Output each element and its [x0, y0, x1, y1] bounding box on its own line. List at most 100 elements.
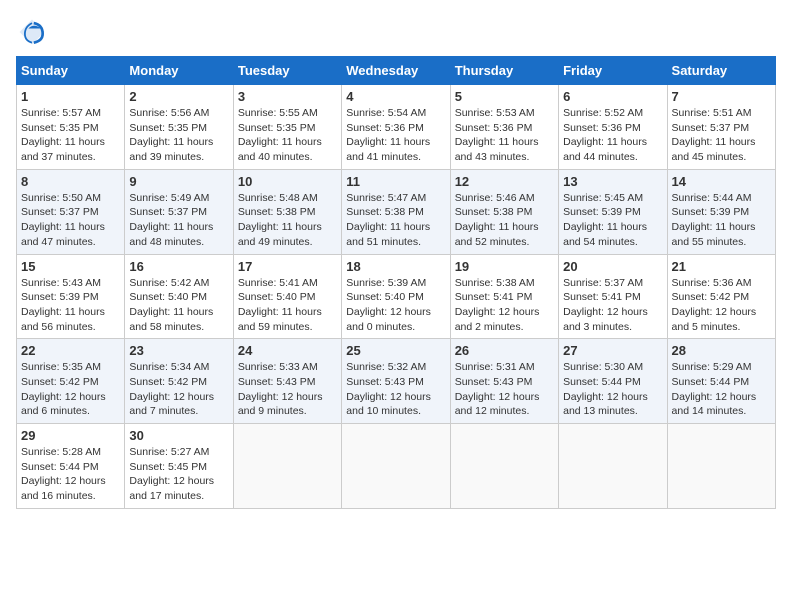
day-number: 12	[455, 174, 554, 189]
day-info: Sunrise: 5:41 AM Sunset: 5:40 PM Dayligh…	[238, 276, 337, 335]
calendar-week-row: 15 Sunrise: 5:43 AM Sunset: 5:39 PM Dayl…	[17, 254, 776, 339]
calendar-cell: 26 Sunrise: 5:31 AM Sunset: 5:43 PM Dayl…	[450, 339, 558, 424]
calendar-week-row: 1 Sunrise: 5:57 AM Sunset: 5:35 PM Dayli…	[17, 85, 776, 170]
calendar-cell: 27 Sunrise: 5:30 AM Sunset: 5:44 PM Dayl…	[559, 339, 667, 424]
day-info: Sunrise: 5:38 AM Sunset: 5:41 PM Dayligh…	[455, 276, 554, 335]
calendar-cell: 17 Sunrise: 5:41 AM Sunset: 5:40 PM Dayl…	[233, 254, 341, 339]
calendar-cell: 15 Sunrise: 5:43 AM Sunset: 5:39 PM Dayl…	[17, 254, 125, 339]
day-number: 19	[455, 259, 554, 274]
day-info: Sunrise: 5:54 AM Sunset: 5:36 PM Dayligh…	[346, 106, 445, 165]
day-info: Sunrise: 5:33 AM Sunset: 5:43 PM Dayligh…	[238, 360, 337, 419]
calendar-cell	[233, 424, 341, 509]
day-info: Sunrise: 5:53 AM Sunset: 5:36 PM Dayligh…	[455, 106, 554, 165]
day-number: 7	[672, 89, 771, 104]
calendar-table: SundayMondayTuesdayWednesdayThursdayFrid…	[16, 56, 776, 509]
day-info: Sunrise: 5:48 AM Sunset: 5:38 PM Dayligh…	[238, 191, 337, 250]
calendar-cell: 28 Sunrise: 5:29 AM Sunset: 5:44 PM Dayl…	[667, 339, 775, 424]
day-info: Sunrise: 5:49 AM Sunset: 5:37 PM Dayligh…	[129, 191, 228, 250]
day-info: Sunrise: 5:31 AM Sunset: 5:43 PM Dayligh…	[455, 360, 554, 419]
calendar-cell: 29 Sunrise: 5:28 AM Sunset: 5:44 PM Dayl…	[17, 424, 125, 509]
day-number: 18	[346, 259, 445, 274]
calendar-cell: 21 Sunrise: 5:36 AM Sunset: 5:42 PM Dayl…	[667, 254, 775, 339]
day-number: 5	[455, 89, 554, 104]
day-number: 21	[672, 259, 771, 274]
day-info: Sunrise: 5:47 AM Sunset: 5:38 PM Dayligh…	[346, 191, 445, 250]
day-number: 22	[21, 343, 120, 358]
day-number: 25	[346, 343, 445, 358]
day-number: 16	[129, 259, 228, 274]
col-header-saturday: Saturday	[667, 57, 775, 85]
col-header-thursday: Thursday	[450, 57, 558, 85]
calendar-cell: 10 Sunrise: 5:48 AM Sunset: 5:38 PM Dayl…	[233, 169, 341, 254]
day-info: Sunrise: 5:43 AM Sunset: 5:39 PM Dayligh…	[21, 276, 120, 335]
page-header	[16, 16, 776, 48]
day-info: Sunrise: 5:29 AM Sunset: 5:44 PM Dayligh…	[672, 360, 771, 419]
day-number: 30	[129, 428, 228, 443]
calendar-header-row: SundayMondayTuesdayWednesdayThursdayFrid…	[17, 57, 776, 85]
day-number: 27	[563, 343, 662, 358]
day-info: Sunrise: 5:37 AM Sunset: 5:41 PM Dayligh…	[563, 276, 662, 335]
day-number: 28	[672, 343, 771, 358]
day-info: Sunrise: 5:55 AM Sunset: 5:35 PM Dayligh…	[238, 106, 337, 165]
day-info: Sunrise: 5:30 AM Sunset: 5:44 PM Dayligh…	[563, 360, 662, 419]
day-info: Sunrise: 5:35 AM Sunset: 5:42 PM Dayligh…	[21, 360, 120, 419]
calendar-cell: 19 Sunrise: 5:38 AM Sunset: 5:41 PM Dayl…	[450, 254, 558, 339]
calendar-cell	[559, 424, 667, 509]
day-info: Sunrise: 5:32 AM Sunset: 5:43 PM Dayligh…	[346, 360, 445, 419]
day-number: 3	[238, 89, 337, 104]
calendar-cell: 16 Sunrise: 5:42 AM Sunset: 5:40 PM Dayl…	[125, 254, 233, 339]
calendar-cell: 30 Sunrise: 5:27 AM Sunset: 5:45 PM Dayl…	[125, 424, 233, 509]
day-info: Sunrise: 5:39 AM Sunset: 5:40 PM Dayligh…	[346, 276, 445, 335]
col-header-tuesday: Tuesday	[233, 57, 341, 85]
calendar-cell: 4 Sunrise: 5:54 AM Sunset: 5:36 PM Dayli…	[342, 85, 450, 170]
calendar-cell: 23 Sunrise: 5:34 AM Sunset: 5:42 PM Dayl…	[125, 339, 233, 424]
day-number: 23	[129, 343, 228, 358]
calendar-week-row: 8 Sunrise: 5:50 AM Sunset: 5:37 PM Dayli…	[17, 169, 776, 254]
day-number: 8	[21, 174, 120, 189]
calendar-cell: 14 Sunrise: 5:44 AM Sunset: 5:39 PM Dayl…	[667, 169, 775, 254]
calendar-cell: 5 Sunrise: 5:53 AM Sunset: 5:36 PM Dayli…	[450, 85, 558, 170]
day-info: Sunrise: 5:57 AM Sunset: 5:35 PM Dayligh…	[21, 106, 120, 165]
day-info: Sunrise: 5:42 AM Sunset: 5:40 PM Dayligh…	[129, 276, 228, 335]
calendar-cell: 9 Sunrise: 5:49 AM Sunset: 5:37 PM Dayli…	[125, 169, 233, 254]
calendar-cell: 8 Sunrise: 5:50 AM Sunset: 5:37 PM Dayli…	[17, 169, 125, 254]
day-number: 29	[21, 428, 120, 443]
day-number: 14	[672, 174, 771, 189]
day-info: Sunrise: 5:56 AM Sunset: 5:35 PM Dayligh…	[129, 106, 228, 165]
calendar-week-row: 29 Sunrise: 5:28 AM Sunset: 5:44 PM Dayl…	[17, 424, 776, 509]
col-header-monday: Monday	[125, 57, 233, 85]
day-info: Sunrise: 5:51 AM Sunset: 5:37 PM Dayligh…	[672, 106, 771, 165]
calendar-cell	[450, 424, 558, 509]
day-info: Sunrise: 5:46 AM Sunset: 5:38 PM Dayligh…	[455, 191, 554, 250]
day-number: 17	[238, 259, 337, 274]
calendar-cell: 2 Sunrise: 5:56 AM Sunset: 5:35 PM Dayli…	[125, 85, 233, 170]
day-info: Sunrise: 5:28 AM Sunset: 5:44 PM Dayligh…	[21, 445, 120, 504]
day-number: 13	[563, 174, 662, 189]
day-info: Sunrise: 5:52 AM Sunset: 5:36 PM Dayligh…	[563, 106, 662, 165]
calendar-cell	[667, 424, 775, 509]
col-header-wednesday: Wednesday	[342, 57, 450, 85]
logo	[16, 16, 52, 48]
day-number: 24	[238, 343, 337, 358]
day-number: 10	[238, 174, 337, 189]
logo-icon	[16, 16, 48, 48]
calendar-cell: 6 Sunrise: 5:52 AM Sunset: 5:36 PM Dayli…	[559, 85, 667, 170]
day-number: 9	[129, 174, 228, 189]
calendar-cell: 22 Sunrise: 5:35 AM Sunset: 5:42 PM Dayl…	[17, 339, 125, 424]
calendar-cell: 11 Sunrise: 5:47 AM Sunset: 5:38 PM Dayl…	[342, 169, 450, 254]
day-number: 20	[563, 259, 662, 274]
day-number: 4	[346, 89, 445, 104]
calendar-cell: 20 Sunrise: 5:37 AM Sunset: 5:41 PM Dayl…	[559, 254, 667, 339]
day-info: Sunrise: 5:36 AM Sunset: 5:42 PM Dayligh…	[672, 276, 771, 335]
calendar-week-row: 22 Sunrise: 5:35 AM Sunset: 5:42 PM Dayl…	[17, 339, 776, 424]
day-number: 2	[129, 89, 228, 104]
calendar-cell: 3 Sunrise: 5:55 AM Sunset: 5:35 PM Dayli…	[233, 85, 341, 170]
calendar-cell: 7 Sunrise: 5:51 AM Sunset: 5:37 PM Dayli…	[667, 85, 775, 170]
calendar-cell	[342, 424, 450, 509]
day-info: Sunrise: 5:50 AM Sunset: 5:37 PM Dayligh…	[21, 191, 120, 250]
day-number: 26	[455, 343, 554, 358]
calendar-cell: 24 Sunrise: 5:33 AM Sunset: 5:43 PM Dayl…	[233, 339, 341, 424]
calendar-cell: 1 Sunrise: 5:57 AM Sunset: 5:35 PM Dayli…	[17, 85, 125, 170]
col-header-friday: Friday	[559, 57, 667, 85]
day-number: 6	[563, 89, 662, 104]
